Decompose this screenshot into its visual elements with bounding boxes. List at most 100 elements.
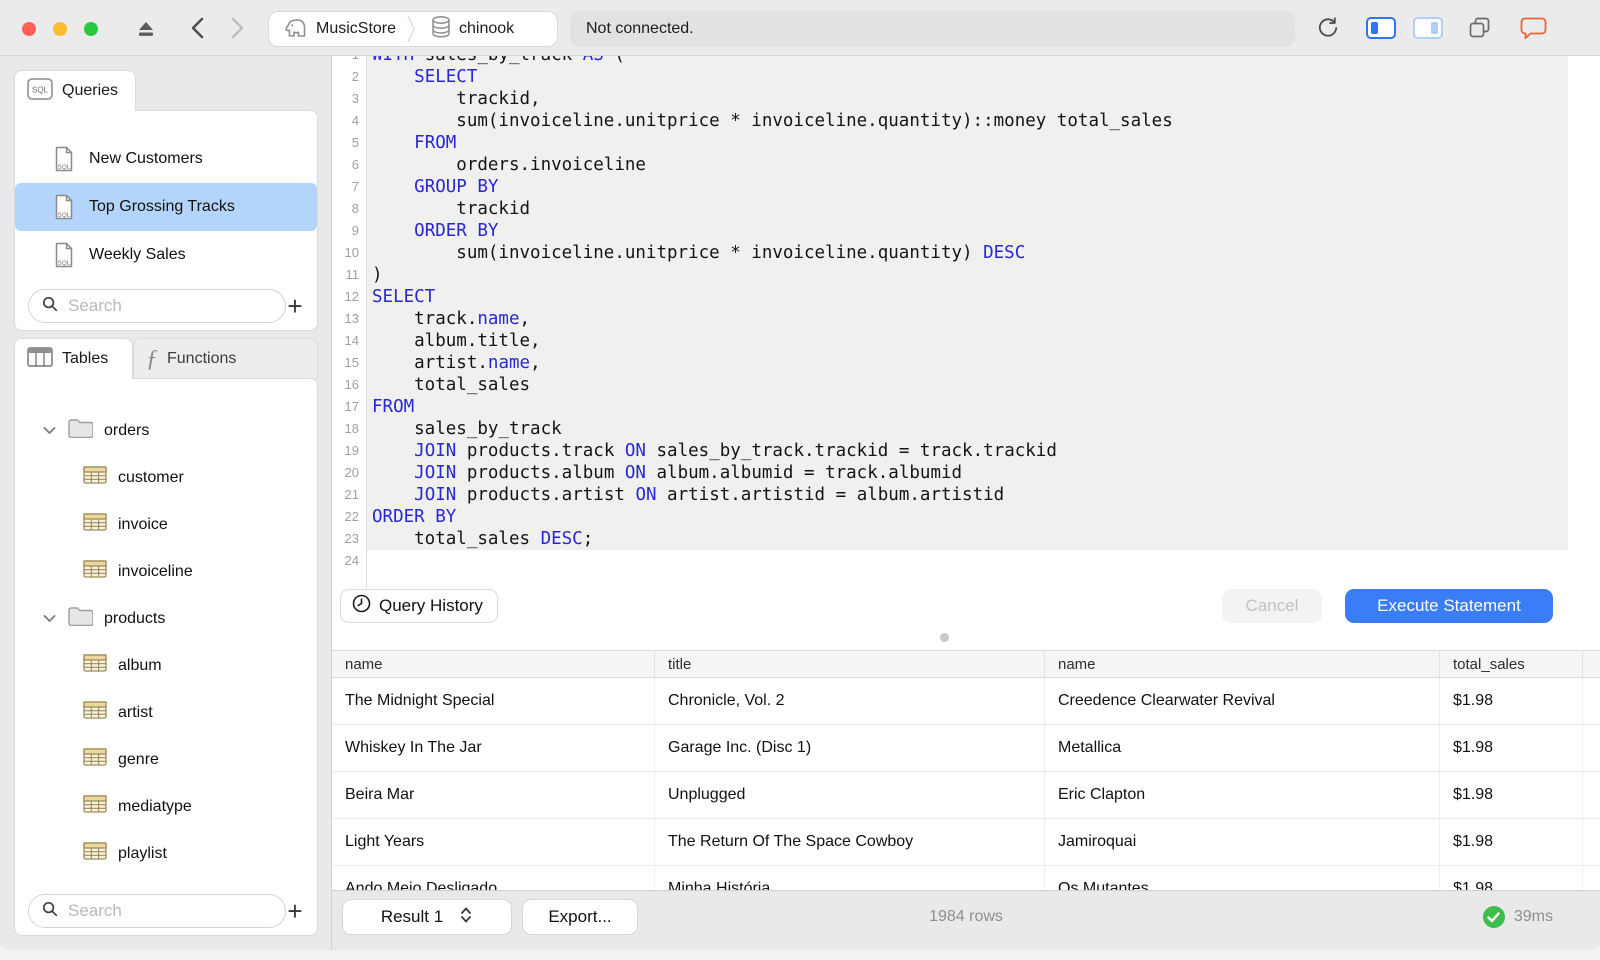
folder-item-products[interactable]: products: [15, 595, 317, 642]
zoom-button[interactable]: [84, 22, 98, 36]
close-button[interactable]: [22, 22, 36, 36]
sql-editor[interactable]: 1WITH sales_by_track AS (2 SELECT3 track…: [332, 56, 1600, 625]
code-line-2[interactable]: 2 SELECT: [332, 66, 1600, 88]
table-item-genre[interactable]: genre: [15, 736, 317, 783]
cancel-button[interactable]: Cancel: [1222, 589, 1322, 623]
table-cell[interactable]: $1.98: [1440, 819, 1583, 865]
forward-button[interactable]: [224, 0, 250, 56]
table-cell[interactable]: The Midnight Special: [332, 678, 655, 724]
column-header-title[interactable]: title: [655, 651, 1045, 677]
query-item-label: Weekly Sales: [89, 246, 186, 263]
table-cell[interactable]: Creedence Clearwater Revival: [1045, 678, 1440, 724]
table-cell[interactable]: Light Years: [332, 819, 655, 865]
connection-status-field[interactable]: Not connected.: [570, 11, 1295, 47]
table-row[interactable]: Whiskey In The Jar Garage Inc. (Disc 1) Me…: [332, 725, 1600, 772]
table-cell[interactable]: Jamiroquai: [1045, 819, 1440, 865]
minimize-button[interactable]: [53, 22, 67, 36]
code-line-13[interactable]: 13 track.name,: [332, 308, 1600, 330]
execute-statement-button[interactable]: Execute Statement: [1345, 589, 1553, 623]
table-cell[interactable]: Eric Clapton: [1045, 772, 1440, 818]
table-cell[interactable]: Whiskey In The Jar: [332, 725, 655, 771]
query-item-new-customers[interactable]: SQL New Customers: [15, 135, 317, 183]
folder-item-orders[interactable]: orders: [15, 407, 317, 454]
table-row[interactable]: The Midnight Special Chronicle, Vol. 2 Cre…: [332, 678, 1600, 725]
code-line-11[interactable]: 11): [332, 264, 1600, 286]
table-row[interactable]: Light Years The Return Of The Space Cowbo…: [332, 819, 1600, 866]
code-line-14[interactable]: 14 album.title,: [332, 330, 1600, 352]
code-line-3[interactable]: 3 trackid,: [332, 88, 1600, 110]
code-line-17[interactable]: 17 FROM: [332, 396, 1600, 418]
svg-text:SQL: SQL: [58, 212, 71, 219]
code-line-18[interactable]: 18 sales_by_track: [332, 418, 1600, 440]
line-number: 16: [344, 377, 359, 392]
refresh-icon[interactable]: [1314, 0, 1342, 56]
table-item-mediatype[interactable]: mediatype: [15, 783, 317, 830]
code-line-4[interactable]: 4 sum(invoiceline.unitprice * invoicelin…: [332, 110, 1600, 132]
add-query-button[interactable]: +: [281, 289, 309, 323]
line-number: 2: [351, 69, 359, 84]
breadcrumb-server[interactable]: MusicStore: [269, 15, 406, 44]
query-item-weekly-sales[interactable]: SQL Weekly Sales: [15, 231, 317, 279]
table-item-invoiceline[interactable]: invoiceline: [15, 548, 317, 595]
query-item-top-grossing-tracks[interactable]: SQL Top Grossing Tracks: [15, 183, 317, 231]
code-line-7[interactable]: 7 GROUP BY: [332, 176, 1600, 198]
tables-search-input[interactable]: Search: [28, 894, 286, 928]
queries-search-input[interactable]: Search: [28, 289, 286, 323]
table-item-playlist[interactable]: playlist: [15, 830, 317, 877]
code-line-10[interactable]: 10 sum(invoiceline.unitprice * invoiceli…: [332, 242, 1600, 264]
table-item-customer[interactable]: customer: [15, 454, 317, 501]
table-cell[interactable]: $1.98: [1440, 678, 1583, 724]
chat-bubble-icon[interactable]: [1518, 0, 1550, 56]
queries-search-placeholder: Search: [68, 296, 122, 315]
column-header-total_sales[interactable]: total_sales: [1440, 651, 1583, 677]
tab-queries[interactable]: SQL Queries: [14, 70, 136, 111]
code-line-21[interactable]: 21 JOIN products.artist ON artist.artist…: [332, 484, 1600, 506]
code-line-9[interactable]: 9 ORDER BY: [332, 220, 1600, 242]
windows-icon[interactable]: [1464, 0, 1496, 56]
table-cell[interactable]: Metallica: [1045, 725, 1440, 771]
code-line-16[interactable]: 16 total_sales: [332, 374, 1600, 396]
table-cell[interactable]: Unplugged: [655, 772, 1045, 818]
code-line-24[interactable]: 24: [332, 550, 1600, 572]
tab-functions[interactable]: ƒ Functions: [133, 338, 318, 379]
table-item-album[interactable]: album: [15, 642, 317, 689]
table-cell[interactable]: The Return Of The Space Cowboy: [655, 819, 1045, 865]
execution-status: 39ms: [1482, 891, 1553, 943]
code-line-6[interactable]: 6 orders.invoiceline: [332, 154, 1600, 176]
code-line-1[interactable]: 1WITH sales_by_track AS (: [332, 56, 1600, 66]
code-line-5[interactable]: 5 FROM: [332, 132, 1600, 154]
table-cell[interactable]: $1.98: [1440, 725, 1583, 771]
breadcrumb-database[interactable]: chinook: [416, 15, 524, 44]
table-cell[interactable]: Beira Mar: [332, 772, 655, 818]
success-check-icon: [1482, 906, 1505, 928]
table-row[interactable]: Ando Meio Desligado Minha História Os Muta…: [332, 866, 1600, 890]
code-line-12[interactable]: 12 SELECT: [332, 286, 1600, 308]
table-cell[interactable]: $1.98: [1440, 772, 1583, 818]
table-item-artist[interactable]: artist: [15, 689, 317, 736]
table-cell[interactable]: Garage Inc. (Disc 1): [655, 725, 1045, 771]
table-row[interactable]: Beira Mar Unplugged Eric Clapton $1.98: [332, 772, 1600, 819]
table-cell[interactable]: Os Mutantes: [1045, 866, 1440, 890]
code-line-19[interactable]: 19 JOIN products.track ON sales_by_track…: [332, 440, 1600, 462]
code-line-20[interactable]: 20 JOIN products.album ON album.albumid …: [332, 462, 1600, 484]
code-line-8[interactable]: 8 trackid: [332, 198, 1600, 220]
table-cell[interactable]: Chronicle, Vol. 2: [655, 678, 1045, 724]
column-header-name[interactable]: name: [1045, 651, 1440, 677]
toggle-left-sidebar-icon[interactable]: [1364, 0, 1398, 56]
code-line-15[interactable]: 15 artist.name,: [332, 352, 1600, 374]
table-cell[interactable]: Minha História: [655, 866, 1045, 890]
toggle-right-sidebar-icon[interactable]: [1411, 0, 1445, 56]
tab-tables[interactable]: Tables: [14, 338, 133, 379]
add-table-button[interactable]: +: [281, 894, 309, 928]
table-item-invoice[interactable]: invoice: [15, 501, 317, 548]
eject-icon[interactable]: [134, 0, 158, 56]
queries-search-row: Search +: [15, 284, 317, 330]
code-line-23[interactable]: 23 total_sales DESC;: [332, 528, 1600, 550]
table-cell[interactable]: $1.98: [1440, 866, 1583, 890]
query-history-button[interactable]: Query History: [340, 589, 498, 623]
table-cell[interactable]: Ando Meio Desligado: [332, 866, 655, 890]
resize-handle[interactable]: [940, 633, 949, 642]
code-line-22[interactable]: 22 ORDER BY: [332, 506, 1600, 528]
column-header-name[interactable]: name: [332, 651, 655, 677]
back-button[interactable]: [184, 0, 210, 56]
